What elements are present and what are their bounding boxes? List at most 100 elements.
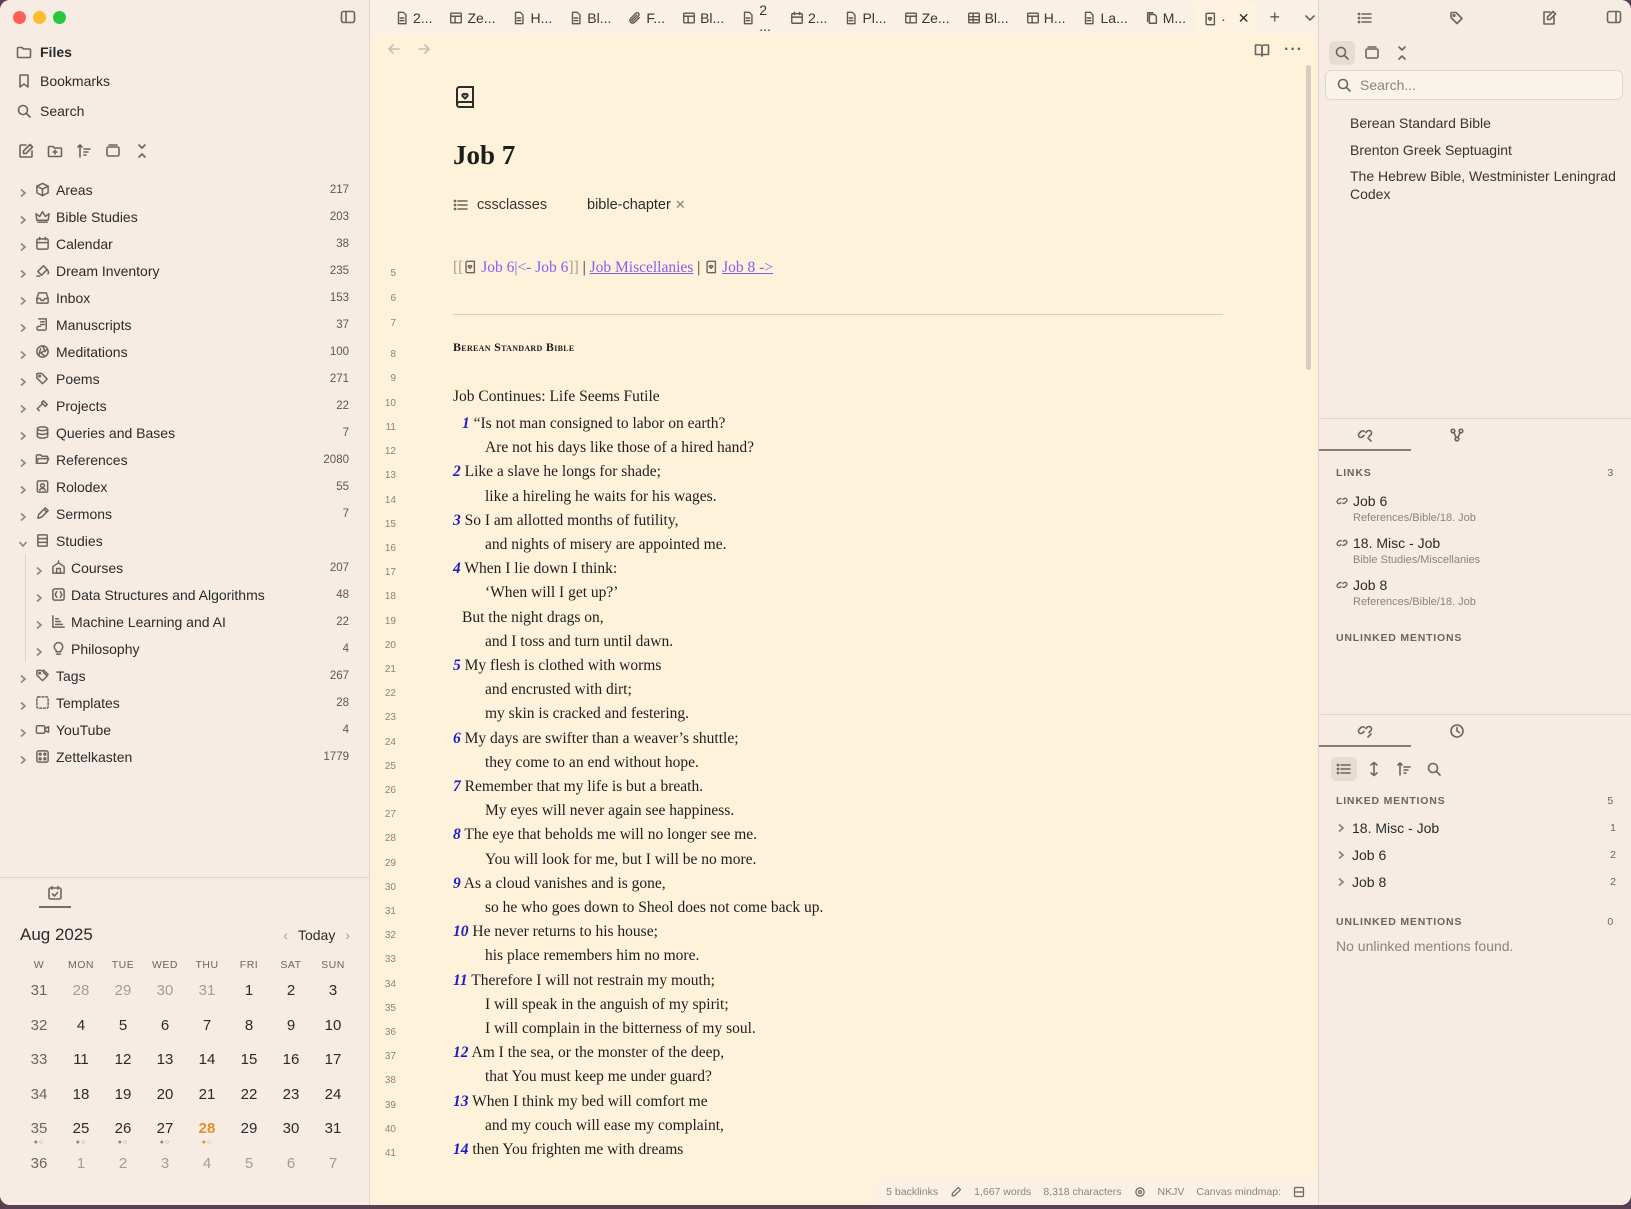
- verse-line[interactable]: 13 When I think my bed will comfort me: [453, 1093, 708, 1111]
- tab-recent[interactable]: [1411, 714, 1503, 747]
- chevron-right-icon[interactable]: [18, 509, 28, 522]
- tree-item-bible-studies[interactable]: Bible Studies 203: [0, 203, 370, 230]
- tree-item-projects[interactable]: Projects 22: [0, 392, 370, 419]
- right-sidebar-toggle-icon[interactable]: [1606, 9, 1622, 25]
- prev-chapter-link[interactable]: Job 6|<- Job 6: [481, 259, 568, 276]
- week-number[interactable]: 34: [18, 1080, 60, 1115]
- sort-icon[interactable]: [76, 143, 92, 159]
- chevron-right-icon[interactable]: [18, 374, 28, 387]
- edit-mode-icon[interactable]: [950, 1186, 962, 1198]
- back-arrow-icon[interactable]: [386, 41, 402, 57]
- tree-item-tags[interactable]: Tags 267: [0, 662, 370, 689]
- tab-group-icon[interactable]: [1359, 41, 1385, 65]
- week-number[interactable]: 32: [18, 1011, 60, 1046]
- calendar-day[interactable]: 22: [228, 1080, 270, 1115]
- chevron-right-icon[interactable]: [18, 725, 28, 738]
- bookmark-item[interactable]: The Hebrew Bible, Westminister Leningrad…: [1350, 167, 1618, 203]
- tree-item-templates[interactable]: Templates 28: [0, 689, 370, 716]
- canvas-mindmap-label[interactable]: Canvas mindmap:: [1196, 1186, 1281, 1198]
- bookmark-item[interactable]: Berean Standard Bible: [1350, 114, 1618, 132]
- verse-line[interactable]: and I toss and turn until dawn.: [485, 633, 673, 651]
- tree-item-rolodex[interactable]: Rolodex 55: [0, 473, 370, 500]
- tab-8[interactable]: 2...: [781, 0, 835, 35]
- minimize-window-button[interactable]: [33, 11, 46, 24]
- verse-line[interactable]: 14 then You frighten me with dreams: [453, 1141, 683, 1159]
- calendar-day[interactable]: 27 ●○: [144, 1114, 186, 1149]
- sort-icon[interactable]: [1391, 757, 1417, 781]
- calendar-day[interactable]: 28 ●○: [186, 1114, 228, 1149]
- calendar-tab[interactable]: [39, 878, 71, 908]
- verse-line[interactable]: 12 Am I the sea, or the monster of the d…: [453, 1044, 724, 1062]
- verse-line[interactable]: You will look for me, but I will be no m…: [485, 851, 756, 869]
- tree-item-machine-learning-and-ai[interactable]: Machine Learning and AI 22: [0, 608, 370, 635]
- next-chapter-link[interactable]: Job 8 ->: [722, 259, 773, 276]
- calendar-day[interactable]: 13: [144, 1045, 186, 1080]
- calendar-day[interactable]: 12: [102, 1045, 144, 1080]
- calendar-day[interactable]: 4: [186, 1149, 228, 1184]
- tab-2[interactable]: Ze...: [440, 0, 503, 35]
- calendar-day[interactable]: 6: [270, 1149, 312, 1184]
- chevron-right-icon[interactable]: [34, 644, 44, 657]
- calendar-day[interactable]: 11: [60, 1045, 102, 1080]
- verse-line[interactable]: and encrusted with dirt;: [485, 681, 632, 699]
- calendar-day[interactable]: 26 ●○: [102, 1114, 144, 1149]
- tab-5[interactable]: F...: [619, 0, 673, 35]
- calendar-day[interactable]: 6: [144, 1011, 186, 1046]
- chevron-right-icon[interactable]: [34, 617, 44, 630]
- note-title[interactable]: Job 7: [453, 140, 515, 171]
- verse-line[interactable]: so he who goes down to Sheol does not co…: [485, 899, 823, 917]
- verse-line[interactable]: and my couch will ease my complaint,: [485, 1117, 724, 1135]
- calendar-day[interactable]: 31: [312, 1114, 354, 1149]
- verse-line[interactable]: Are not his days like those of a hired h…: [485, 439, 754, 457]
- more-options-icon[interactable]: ···: [1284, 41, 1303, 59]
- tab-3[interactable]: H...: [503, 0, 560, 35]
- verse-line[interactable]: ‘When will I get up?’: [485, 584, 618, 602]
- outgoing-link-item[interactable]: 18. Misc - Job Bible Studies/Miscellanies: [1336, 535, 1616, 566]
- tab-14[interactable]: M...: [1136, 0, 1194, 35]
- canvas-icon[interactable]: [1293, 1186, 1305, 1198]
- tree-item-calendar[interactable]: Calendar 38: [0, 230, 370, 257]
- outgoing-link-item[interactable]: Job 8 References/Bible/18. Job: [1336, 577, 1616, 608]
- tree-item-sermons[interactable]: Sermons 7: [0, 500, 370, 527]
- calendar-day[interactable]: 14: [186, 1045, 228, 1080]
- calendar-day[interactable]: 17: [312, 1045, 354, 1080]
- bookmark-item[interactable]: Brenton Greek Septuagint: [1350, 141, 1618, 159]
- maximize-window-button[interactable]: [53, 11, 66, 24]
- calendar-day[interactable]: 7: [186, 1011, 228, 1046]
- verse-line[interactable]: I will complain in the bitterness of my …: [485, 1020, 756, 1038]
- calendar-day[interactable]: 5: [228, 1149, 270, 1184]
- chevron-right-icon[interactable]: [18, 401, 28, 414]
- verse-line[interactable]: 7 Remember that my life is but a breath.: [453, 778, 703, 796]
- chevron-right-icon[interactable]: [18, 320, 28, 333]
- forward-arrow-icon[interactable]: [416, 41, 432, 57]
- outgoing-link-item[interactable]: Job 6 References/Bible/18. Job: [1336, 493, 1616, 524]
- tree-item-data-structures-and-algorithms[interactable]: Data Structures and Algorithms 48: [0, 581, 370, 608]
- chevron-right-icon[interactable]: [18, 185, 28, 198]
- chevron-right-icon[interactable]: [34, 590, 44, 603]
- chevron-right-icon[interactable]: [18, 752, 28, 765]
- calendar-day[interactable]: 30: [144, 976, 186, 1011]
- calendar-day[interactable]: 20: [144, 1080, 186, 1115]
- verse-line[interactable]: 9 As a cloud vanishes and is gone,: [453, 875, 666, 893]
- tab-backlinks[interactable]: [1319, 714, 1411, 747]
- verse-line[interactable]: 5 My flesh is clothed with worms: [453, 657, 661, 675]
- chevron-right-icon[interactable]: [18, 428, 28, 441]
- calendar-day[interactable]: 8: [228, 1011, 270, 1046]
- calendar-day[interactable]: 4: [60, 1011, 102, 1046]
- tree-item-meditations[interactable]: Meditations 100: [0, 338, 370, 365]
- tab-outline[interactable]: [1503, 0, 1595, 35]
- verse-line[interactable]: I will speak in the anguish of my spirit…: [485, 996, 729, 1014]
- prev-month-icon[interactable]: ‹: [283, 927, 288, 943]
- verse-line[interactable]: 2 Like a slave he longs for shade;: [453, 463, 661, 481]
- chevron-right-icon[interactable]: [18, 212, 28, 225]
- chevron-right-icon[interactable]: [18, 293, 28, 306]
- nav-search[interactable]: Search: [16, 103, 84, 119]
- linked-mention-item[interactable]: Job 8 2: [1336, 874, 1616, 890]
- auto-reveal-icon[interactable]: [105, 143, 121, 159]
- chevron-right-icon[interactable]: [18, 671, 28, 684]
- chevron-right-icon[interactable]: [1336, 820, 1352, 836]
- list-view-icon[interactable]: [1331, 757, 1357, 781]
- calendar-day[interactable]: 18: [60, 1080, 102, 1115]
- verse-line[interactable]: his place remembers him no more.: [485, 947, 699, 965]
- verse-line[interactable]: and nights of misery are appointed me.: [485, 536, 726, 554]
